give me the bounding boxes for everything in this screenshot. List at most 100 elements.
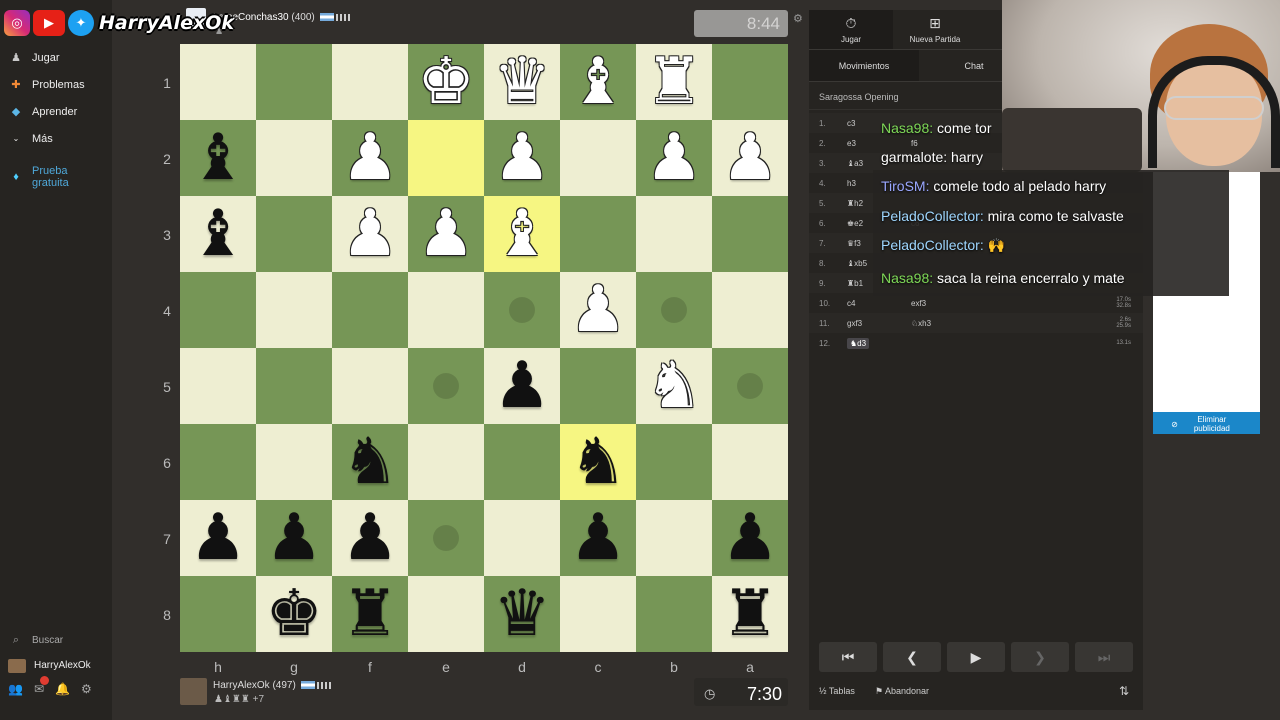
white-pawn-icon[interactable]: ♟ <box>645 126 702 190</box>
black-pawn-icon[interactable]: ♟ <box>493 354 550 418</box>
white-pawn-icon[interactable]: ♟ <box>417 202 474 266</box>
messages-icon[interactable]: ✉ <box>34 676 50 696</box>
square-d1[interactable]: ♛ <box>484 44 560 120</box>
square-c8[interactable] <box>560 576 636 652</box>
square-c5[interactable] <box>560 348 636 424</box>
prev-move-button[interactable]: ❮ <box>883 642 941 672</box>
black-move[interactable]: ♘xh3 <box>911 319 971 328</box>
square-d3[interactable]: ♝ <box>484 196 560 272</box>
square-a1[interactable] <box>712 44 788 120</box>
white-pawn-icon[interactable]: ♟ <box>493 126 550 190</box>
square-h8[interactable] <box>180 576 256 652</box>
white-pawn-icon[interactable]: ♟ <box>341 126 398 190</box>
square-a6[interactable] <box>712 424 788 500</box>
square-b8[interactable] <box>636 576 712 652</box>
white-knight-icon[interactable]: ♞ <box>645 354 702 418</box>
black-move[interactable]: exf3 <box>911 299 971 308</box>
square-f8[interactable]: ♜ <box>332 576 408 652</box>
square-g3[interactable] <box>256 196 332 272</box>
square-e5[interactable] <box>408 348 484 424</box>
square-b7[interactable] <box>636 500 712 576</box>
square-b3[interactable] <box>636 196 712 272</box>
remove-ads-button[interactable]: ⊘ Eliminar publicidad <box>1153 412 1260 434</box>
square-a5[interactable] <box>712 348 788 424</box>
square-a7[interactable]: ♟ <box>712 500 788 576</box>
square-f2[interactable]: ♟ <box>332 120 408 196</box>
tab-jugar[interactable]: ⏱ Jugar <box>809 10 893 49</box>
square-b6[interactable] <box>636 424 712 500</box>
white-bishop-icon[interactable]: ♝ <box>493 202 550 266</box>
square-c6[interactable]: ♞ <box>560 424 636 500</box>
square-c1[interactable]: ♝ <box>560 44 636 120</box>
tab-nueva-partida[interactable]: ⊞ Nueva Partida <box>893 10 977 49</box>
square-h4[interactable] <box>180 272 256 348</box>
square-e6[interactable] <box>408 424 484 500</box>
black-queen-icon[interactable]: ♛ <box>493 582 550 646</box>
square-c2[interactable] <box>560 120 636 196</box>
square-e4[interactable] <box>408 272 484 348</box>
square-f7[interactable]: ♟ <box>332 500 408 576</box>
sidebar-item-aprender[interactable]: ◆ Aprender <box>8 98 108 125</box>
black-pawn-icon[interactable]: ♟ <box>341 506 398 570</box>
move-hint-dot[interactable] <box>509 297 535 323</box>
sidebar-item-jugar[interactable]: ♟ Jugar <box>8 44 108 71</box>
square-g7[interactable]: ♟ <box>256 500 332 576</box>
black-king-icon[interactable]: ♚ <box>265 582 322 646</box>
square-e7[interactable] <box>408 500 484 576</box>
move-hint-dot[interactable] <box>661 297 687 323</box>
black-rook-icon[interactable]: ♜ <box>341 582 398 646</box>
square-f3[interactable]: ♟ <box>332 196 408 272</box>
square-c3[interactable] <box>560 196 636 272</box>
square-f5[interactable] <box>332 348 408 424</box>
profile-button[interactable]: HarryAlexOk <box>8 653 108 678</box>
square-h1[interactable] <box>180 44 256 120</box>
white-move[interactable]: gxf3 <box>847 319 911 328</box>
square-a8[interactable]: ♜ <box>712 576 788 652</box>
square-b5[interactable]: ♞ <box>636 348 712 424</box>
black-bishop-icon[interactable]: ♝ <box>189 126 246 190</box>
player-name[interactable]: HarryAlexOk (497) <box>213 680 333 691</box>
black-bishop-icon[interactable]: ♝ <box>189 202 246 266</box>
square-b4[interactable] <box>636 272 712 348</box>
chess-board[interactable]: ♚ ♛ ♝ ♜ ♝ ♟ ♟ ♟ ♟ ♝ ♟ ♟ ♝ ♟ ♟ ♞ ♞ ♞ ♟ ♟ ♟ ♟ ♟ ♚ ♜ ♛ ♜ <box>180 44 788 652</box>
black-pawn-icon[interactable]: ♟ <box>265 506 322 570</box>
move-hint-dot[interactable] <box>433 373 459 399</box>
square-f6[interactable]: ♞ <box>332 424 408 500</box>
search-button[interactable]: ⌕ Buscar <box>8 628 108 653</box>
bell-icon[interactable]: 🔔 <box>55 682 70 696</box>
resign-button[interactable]: ⚑ Abandonar <box>875 686 929 697</box>
square-a4[interactable] <box>712 272 788 348</box>
black-rook-icon[interactable]: ♜ <box>721 582 778 646</box>
square-d2[interactable]: ♟ <box>484 120 560 196</box>
square-h7[interactable]: ♟ <box>180 500 256 576</box>
square-d7[interactable] <box>484 500 560 576</box>
square-g8[interactable]: ♚ <box>256 576 332 652</box>
white-move[interactable]: c4 <box>847 299 911 308</box>
white-pawn-icon[interactable]: ♟ <box>341 202 398 266</box>
square-d5[interactable]: ♟ <box>484 348 560 424</box>
sidebar-item-mas[interactable]: ⌄ Más <box>8 125 108 152</box>
friends-icon[interactable]: 👥 <box>8 682 23 696</box>
square-e2[interactable] <box>408 120 484 196</box>
move-hint-dot[interactable] <box>737 373 763 399</box>
flip-board-icon[interactable]: ⇅ <box>1119 684 1129 698</box>
square-h3[interactable]: ♝ <box>180 196 256 272</box>
first-move-button[interactable]: ⏮ <box>819 642 877 672</box>
square-h5[interactable] <box>180 348 256 424</box>
draw-button[interactable]: ½ Tablas <box>819 686 855 696</box>
white-king-icon[interactable]: ♚ <box>417 50 474 114</box>
gear-icon[interactable]: ⚙ <box>81 682 92 696</box>
square-f1[interactable] <box>332 44 408 120</box>
square-g5[interactable] <box>256 348 332 424</box>
square-f4[interactable] <box>332 272 408 348</box>
square-e8[interactable] <box>408 576 484 652</box>
white-rook-icon[interactable]: ♜ <box>645 50 702 114</box>
gear-icon[interactable]: ⚙ <box>793 12 803 25</box>
sidebar-item-trial[interactable]: ♦ Prueba gratuita <box>8 160 108 194</box>
black-pawn-icon[interactable]: ♟ <box>721 506 778 570</box>
square-c4[interactable]: ♟ <box>560 272 636 348</box>
square-h6[interactable] <box>180 424 256 500</box>
white-queen-icon[interactable]: ♛ <box>493 50 550 114</box>
square-d8[interactable]: ♛ <box>484 576 560 652</box>
last-move-button[interactable]: ⏭ <box>1075 642 1133 672</box>
